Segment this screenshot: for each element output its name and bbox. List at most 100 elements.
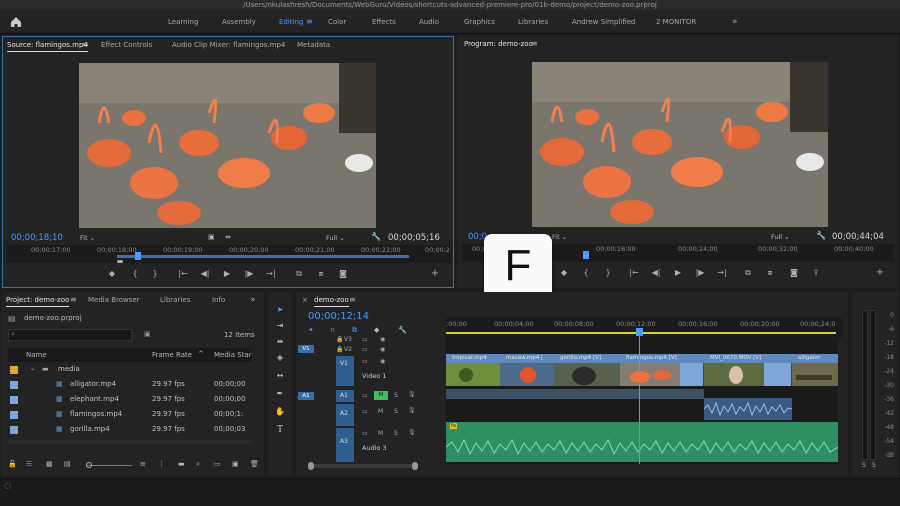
automate-icon[interactable]: ⋮: [158, 460, 165, 468]
workspace-menu-icon[interactable]: ≡: [306, 10, 313, 34]
mute-a3-button[interactable]: M: [378, 430, 383, 437]
track-v1-target[interactable]: V1: [336, 356, 354, 386]
linked-selection-icon[interactable]: ⧉: [352, 326, 357, 335]
clip-mvi-0670[interactable]: MVI_0670.MOV [V]: [704, 354, 792, 386]
snap-icon[interactable]: ∩: [330, 326, 335, 334]
program-go-to-in-icon[interactable]: |←: [628, 268, 640, 278]
lock-icon[interactable]: 🔓: [8, 460, 17, 468]
clip-tropical[interactable]: tropical.mp4: [446, 354, 500, 386]
program-quality-dropdown[interactable]: Full ⌄: [771, 233, 790, 241]
go-to-in-icon[interactable]: |←: [177, 269, 189, 279]
lock-track-v2-icon[interactable]: 🔒: [336, 346, 343, 353]
project-menu-icon[interactable]: ≡: [70, 293, 77, 307]
hand-tool-icon[interactable]: ✋: [273, 406, 287, 418]
mute-a2-button[interactable]: M: [378, 408, 383, 415]
list-item[interactable]: ▦ elephant.mp4 29.97 fps 00;00;00: [8, 393, 252, 408]
source-fit-dropdown[interactable]: Fit ⌄: [80, 234, 95, 242]
clip-alligator[interactable]: alligator: [792, 354, 838, 386]
tab-project[interactable]: Project: demo-zoo: [6, 293, 70, 307]
folder-row[interactable]: ⌄ ▬ media: [8, 363, 252, 378]
program-mark-out-icon[interactable]: }: [602, 268, 614, 278]
timeline-zoom-handle-right[interactable]: [412, 462, 418, 470]
step-back-icon[interactable]: ◀|: [199, 269, 211, 279]
workspace-audio[interactable]: Audio: [419, 10, 439, 34]
disclosure-icon[interactable]: ⌄: [30, 365, 35, 372]
tab-timeline-sequence[interactable]: demo-zoo: [314, 293, 349, 307]
source-playhead-timecode[interactable]: 00;00;18;10: [11, 233, 63, 243]
list-item[interactable]: ▦ flamingos.mp4 29.97 fps 00;00;1:: [8, 408, 252, 423]
go-to-out-icon[interactable]: →|: [265, 269, 277, 279]
find-icon[interactable]: ⌕: [196, 460, 200, 469]
meter-solo-left[interactable]: S: [862, 462, 866, 469]
ripple-edit-tool-icon[interactable]: ⇹: [273, 336, 287, 348]
track-select-tool-icon[interactable]: ⇥: [273, 320, 287, 332]
timeline-playhead-handle[interactable]: [636, 328, 643, 336]
column-media-start[interactable]: Media Star: [214, 351, 252, 359]
sync-lock-a3-icon[interactable]: ▭: [362, 430, 368, 437]
timeline-timecode[interactable]: 00;00;12;14: [308, 311, 369, 322]
workspace-andrew-simplified[interactable]: Andrew Simplified: [572, 10, 635, 34]
pen-tool-icon[interactable]: ✒: [273, 388, 287, 400]
new-bin-from-search-icon[interactable]: ▣: [144, 330, 151, 338]
sync-lock-v3-icon[interactable]: ▭: [362, 336, 368, 343]
tab-source[interactable]: Source: flamingos.mp4: [7, 38, 88, 52]
track-area[interactable]: tropical.mp4 macaw.mp4 [ gorilla.mp4 [V]…: [446, 336, 838, 464]
clip-gorilla[interactable]: gorilla.mp4 [V]: [554, 354, 620, 386]
program-playhead[interactable]: [583, 251, 589, 259]
workspace-editing[interactable]: Editing: [279, 10, 303, 34]
find-bin-icon[interactable]: ▬: [178, 460, 185, 468]
mic-a2-icon[interactable]: 🎙: [408, 407, 416, 414]
program-menu-icon[interactable]: ≡: [531, 37, 538, 51]
mic-a3-icon[interactable]: 🎙: [408, 429, 416, 436]
program-add-button-icon[interactable]: +: [874, 268, 886, 278]
program-add-marker-icon[interactable]: ◆: [558, 268, 570, 278]
new-item-icon[interactable]: ▣: [232, 460, 239, 468]
source-wrench-icon[interactable]: 🔧: [371, 232, 381, 241]
mark-out-icon[interactable]: }: [149, 269, 161, 279]
timeline-close-icon[interactable]: ×: [302, 293, 308, 307]
sync-lock-v1-icon[interactable]: ▭: [362, 358, 368, 365]
mark-in-icon[interactable]: {: [129, 269, 141, 279]
type-tool-icon[interactable]: T: [273, 424, 287, 436]
program-export-frame-icon[interactable]: ◙: [788, 268, 800, 278]
workspace-effects[interactable]: Effects: [372, 10, 396, 34]
source-playhead[interactable]: [135, 252, 141, 260]
eye-v1-icon[interactable]: ◉: [380, 358, 385, 365]
column-frame-rate[interactable]: Frame Rate: [152, 351, 192, 359]
project-overflow-icon[interactable]: »: [250, 293, 256, 307]
source-add-button-icon[interactable]: +: [429, 269, 441, 279]
sync-lock-a1-icon[interactable]: ▭: [362, 392, 368, 399]
track-a1-target[interactable]: A1: [336, 390, 354, 402]
project-search-input[interactable]: ⌕: [8, 329, 132, 341]
tab-metadata[interactable]: Metadata: [297, 38, 330, 52]
meter-solo-right[interactable]: S: [872, 462, 876, 469]
lift-icon[interactable]: ⧉: [742, 268, 754, 278]
workspace-graphics[interactable]: Graphics: [464, 10, 495, 34]
workspace-libraries[interactable]: Libraries: [518, 10, 548, 34]
audio-clip-a3[interactable]: fx: [446, 422, 838, 462]
audio-clip-a1[interactable]: [446, 389, 704, 399]
column-name[interactable]: Name: [26, 351, 47, 359]
insert-icon[interactable]: ⧉: [293, 269, 305, 279]
list-view-icon[interactable]: ☰: [26, 460, 32, 468]
workspace-overflow-icon[interactable]: »: [732, 10, 738, 34]
program-fit-dropdown[interactable]: Fit ⌄: [552, 233, 567, 241]
razor-tool-icon[interactable]: ◈: [273, 352, 287, 364]
slip-tool-icon[interactable]: ↔: [273, 370, 287, 382]
list-item[interactable]: ▦ gorilla.mp4 29.97 fps 00;00;03: [8, 423, 252, 438]
home-icon[interactable]: [9, 15, 23, 29]
project-scrollbar[interactable]: [8, 440, 252, 444]
sync-lock-a2-icon[interactable]: ▭: [362, 408, 368, 415]
source-clip-icon[interactable]: ▣: [208, 233, 215, 241]
clip-macaw[interactable]: macaw.mp4 [: [500, 354, 554, 386]
workspace-2-monitor[interactable]: 2 MONITOR: [656, 10, 696, 34]
solo-a2-button[interactable]: S: [394, 408, 398, 415]
timeline-zoom-handle-left[interactable]: [308, 462, 314, 470]
source-drag-handle-icon[interactable]: ⇹: [225, 233, 231, 241]
play-icon[interactable]: ▶: [221, 269, 233, 279]
source-patch-a1[interactable]: A1: [298, 392, 314, 400]
timeline-settings-icon[interactable]: 🔧: [398, 326, 407, 334]
tab-libraries[interactable]: Libraries: [160, 293, 190, 307]
tab-info[interactable]: Info: [212, 293, 225, 307]
program-step-forward-icon[interactable]: |▶: [694, 268, 706, 278]
